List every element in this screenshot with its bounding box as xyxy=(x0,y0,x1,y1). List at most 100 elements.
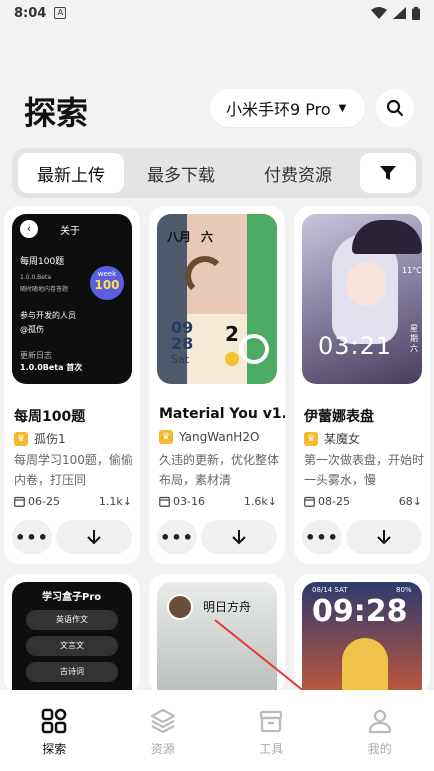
more-icon: ••• xyxy=(305,527,339,547)
more-icon: ••• xyxy=(15,527,49,547)
preview-side: 星期六 xyxy=(410,324,418,353)
notification-icon: A xyxy=(54,7,67,19)
character-face xyxy=(346,262,386,306)
date-value: 28 xyxy=(171,334,194,353)
calendar-icon xyxy=(304,496,315,507)
watchface-name: Material You v1.3 xyxy=(159,406,285,422)
author-name: 某魔女 xyxy=(324,432,361,446)
download-button[interactable] xyxy=(56,520,132,554)
author: ♛ 孤伤1 xyxy=(14,430,66,447)
date-value: 06-25 xyxy=(28,495,60,508)
preview-text: @孤伤 xyxy=(20,325,44,334)
watchface-name: 每周100题 xyxy=(14,409,86,425)
character-figure xyxy=(342,638,388,694)
calendar-icon xyxy=(14,496,25,507)
download-button[interactable] xyxy=(346,520,422,554)
preview-day: 六 xyxy=(201,230,214,244)
preview-menu-item: 文言文 xyxy=(26,636,118,656)
tab-latest[interactable]: 最新上传 xyxy=(18,153,124,193)
tab-paid[interactable]: 付费资源 xyxy=(238,153,358,193)
watchface-preview: 08/14 SAT 80% 09:28 xyxy=(302,582,422,694)
watchface-card[interactable]: 11°C 星期六 03:21 伊蕾娜表盘 ♛ 某魔女 第一次做表盘，开始时一头雾… xyxy=(294,206,430,564)
download-count-value: 68 xyxy=(398,495,413,508)
preview-title: 学习盒子Pro xyxy=(42,592,102,603)
watchface-meta: 06-25 1.1k↓ xyxy=(14,495,132,508)
preview-text: 1.0.0.Beta xyxy=(20,274,52,281)
watchface-preview: 11°C 星期六 03:21 xyxy=(302,214,422,384)
tab-most-downloaded[interactable]: 最多下载 xyxy=(124,153,238,193)
device-selector-label: 小米手环9 Pro xyxy=(226,100,331,119)
preview-header: 关于 xyxy=(60,226,80,237)
filter-button[interactable] xyxy=(360,153,416,193)
download-count: 68↓ xyxy=(398,495,422,508)
sort-tabs: 最新上传 最多下载 付费资源 xyxy=(12,148,422,198)
search-button[interactable] xyxy=(376,89,414,127)
device-selector[interactable]: 小米手环9 Pro ▼ xyxy=(210,89,365,127)
upload-date: 03-16 xyxy=(159,495,205,508)
nav-item-mine[interactable]: 我的 xyxy=(350,708,410,757)
battery-icon xyxy=(412,6,420,20)
badge-number: 100 xyxy=(94,278,120,292)
crown-icon: ♛ xyxy=(159,430,173,444)
layers-icon xyxy=(150,708,175,734)
grid-icon xyxy=(42,708,67,734)
date-value: 03-16 xyxy=(173,495,205,508)
nav-label: 资源 xyxy=(150,742,175,756)
toolbox-icon xyxy=(260,710,283,733)
watchface-card[interactable]: 08/14 SAT 80% 09:28 xyxy=(294,574,430,694)
clock-hand xyxy=(185,256,225,296)
header: 探索 小米手环9 Pro ▼ xyxy=(0,84,434,134)
preview-temp: 11°C xyxy=(402,266,422,275)
progress-ring xyxy=(239,334,269,364)
download-button[interactable] xyxy=(201,520,277,554)
more-button[interactable]: ••• xyxy=(302,520,342,554)
upload-date: 06-25 xyxy=(14,495,60,508)
nav-item-resources[interactable]: 资源 xyxy=(133,708,193,757)
yellow-dot xyxy=(225,352,239,366)
crown-icon: ♛ xyxy=(14,431,28,446)
preview-text: 更新日志 xyxy=(20,351,52,360)
status-time: 8:04 xyxy=(14,5,47,21)
bottom-nav: 探索 资源 工具 我的 xyxy=(0,690,434,771)
preview-text: 参与开发的人员 xyxy=(20,311,76,320)
watchface-card[interactable]: ‹ 关于 每周100题 1.0.0.Beta 随时随地内卷答题 week 100… xyxy=(4,206,140,564)
wifi-icon xyxy=(371,7,387,19)
download-icon xyxy=(377,530,391,545)
watchface-card[interactable]: 学习盒子Pro 英语作文 文言文 古诗词 xyxy=(4,574,140,694)
watchface-preview: ‹ 关于 每周100题 1.0.0.Beta 随时随地内卷答题 week 100… xyxy=(12,214,132,384)
upload-date: 08-25 xyxy=(304,495,350,508)
week-badge: week 100 xyxy=(90,266,124,300)
nav-item-tools[interactable]: 工具 xyxy=(241,708,301,757)
watchface-description: 第一次做表盘，开始时一头雾水，慢 xyxy=(304,453,424,487)
crown-icon: ♛ xyxy=(304,431,318,446)
preview-month: 八月 xyxy=(167,230,192,244)
signal-icon xyxy=(393,7,406,19)
filter-icon xyxy=(380,166,396,180)
author-name: 孤伤1 xyxy=(34,432,66,446)
watchface-card[interactable]: 八月 六 09 28 Sat 2 Material You v1.3 ♛ Yan… xyxy=(149,206,285,564)
watchface-preview: 明日方舟 xyxy=(157,582,277,694)
preview-number: 2 xyxy=(225,322,239,346)
download-count: 1.1k↓ xyxy=(98,495,132,508)
download-icon xyxy=(87,530,101,545)
author-name: YangWanH2O xyxy=(179,430,260,444)
watchface-name: 伊蕾娜表盘 xyxy=(304,409,374,425)
preview-menu-item: 古诗词 xyxy=(26,662,118,682)
caret-down-icon: ▼ xyxy=(338,102,347,114)
preview-title: 明日方舟 xyxy=(203,600,252,614)
avatar xyxy=(167,594,193,620)
page-title: 探索 xyxy=(24,94,89,132)
search-icon xyxy=(386,99,404,117)
preview-text: 随时随地内卷答题 xyxy=(20,286,69,293)
more-icon: ••• xyxy=(160,527,194,547)
watchface-description: 久违的更新，优化整体布局，素材清 xyxy=(159,453,279,487)
back-icon: ‹ xyxy=(20,220,38,238)
watchface-card[interactable]: 明日方舟 xyxy=(149,574,285,694)
preview-battery: 80% xyxy=(396,586,412,594)
more-button[interactable]: ••• xyxy=(12,520,52,554)
download-count-value: 1.1k xyxy=(98,495,123,508)
nav-item-explore[interactable]: 探索 xyxy=(24,708,84,757)
more-button[interactable]: ••• xyxy=(157,520,197,554)
download-count-value: 1.6k xyxy=(243,495,268,508)
watchface-preview: 八月 六 09 28 Sat 2 xyxy=(157,214,277,384)
